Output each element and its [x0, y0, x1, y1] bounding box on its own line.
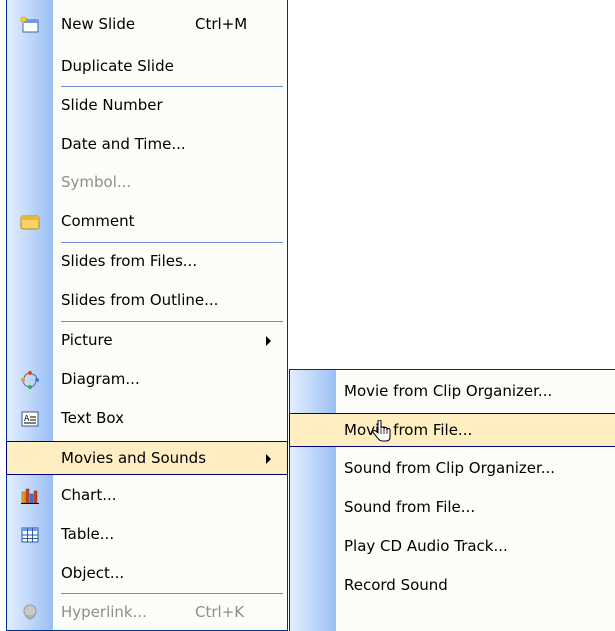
menu-item-label: Play CD Audio Track...: [344, 537, 508, 555]
insert-menu: New Slide Ctrl+M Duplicate Slide Slide N…: [6, 0, 288, 631]
menu-item-label: Sound from File...: [344, 498, 476, 516]
submenu-item-play-cd-audio-track[interactable]: Play CD Audio Track...: [290, 530, 615, 564]
menu-item-hyperlink: Hyperlink... Ctrl+K: [7, 596, 287, 630]
menu-item-label: Diagram...: [61, 370, 140, 388]
shortcut-text: Ctrl+M: [195, 15, 248, 33]
menu-item-label: Comment: [61, 212, 135, 230]
menu-item-label: Date and Time...: [61, 135, 186, 153]
separator: [61, 321, 283, 322]
menu-item-label: Slides from Outline...: [61, 291, 219, 309]
shortcut-text: Ctrl+K: [195, 603, 245, 621]
menu-item-symbol: Symbol...: [7, 166, 287, 200]
submenu-item-sound-from-clip-organizer[interactable]: Sound from Clip Organizer...: [290, 452, 615, 486]
menu-item-slides-from-outline[interactable]: Slides from Outline...: [7, 284, 287, 318]
menu-item-chart[interactable]: Chart...: [7, 479, 287, 513]
submenu-item-sound-from-file[interactable]: Sound from File...: [290, 491, 615, 525]
menu-item-object[interactable]: Object...: [7, 557, 287, 591]
menu-item-text-box[interactable]: A Text Box: [7, 402, 287, 436]
text-box-icon: A: [20, 409, 40, 429]
menu-item-label: Text Box: [61, 409, 124, 427]
chart-icon: [20, 486, 40, 506]
menu-item-picture[interactable]: Picture: [7, 324, 287, 358]
submenu-item-movie-from-file[interactable]: Movie from File...: [289, 413, 615, 447]
menu-item-label: Slide Number: [61, 96, 163, 114]
menu-item-slides-from-files[interactable]: Slides from Files...: [7, 245, 287, 279]
new-slide-icon: [20, 15, 40, 35]
menu-item-label: Movies and Sounds: [61, 449, 207, 467]
hyperlink-icon: [20, 603, 40, 623]
menu-item-label: New Slide: [61, 15, 136, 33]
menu-item-label: Slides from Files...: [61, 252, 198, 270]
menu-item-label: Movie from Clip Organizer...: [344, 382, 553, 400]
comment-icon: [20, 212, 40, 232]
table-icon: [20, 525, 40, 545]
menu-item-duplicate-slide[interactable]: Duplicate Slide: [7, 50, 287, 84]
menu-item-comment[interactable]: Comment: [7, 205, 287, 239]
menu-item-new-slide[interactable]: New Slide Ctrl+M: [7, 8, 287, 42]
menu-item-label: Object...: [61, 564, 125, 582]
menu-item-slide-number[interactable]: Slide Number: [7, 89, 287, 123]
submenu-arrow-icon: [266, 454, 271, 464]
submenu-arrow-icon: [266, 336, 271, 346]
menu-item-label: Chart...: [61, 486, 117, 504]
menu-item-label: Record Sound: [344, 576, 448, 594]
menu-item-label: Table...: [61, 525, 115, 543]
menu-item-label: Duplicate Slide: [61, 57, 174, 75]
menu-item-label: Hyperlink...: [61, 603, 147, 621]
menu-item-label: Movie from File...: [344, 421, 473, 439]
submenu-item-movie-from-clip-organizer[interactable]: Movie from Clip Organizer...: [290, 375, 615, 409]
menu-item-date-and-time[interactable]: Date and Time...: [7, 128, 287, 162]
mouse-cursor-icon: [371, 419, 393, 446]
menu-item-table[interactable]: Table...: [7, 518, 287, 552]
movies-and-sounds-submenu: Movie from Clip Organizer... Movie from …: [289, 369, 615, 631]
submenu-item-record-sound[interactable]: Record Sound: [290, 569, 615, 603]
menu-item-movies-and-sounds[interactable]: Movies and Sounds: [6, 441, 288, 475]
svg-text:A: A: [24, 414, 30, 423]
separator: [61, 593, 283, 594]
menu-item-label: Symbol...: [61, 173, 132, 191]
menu-item-label: Picture: [61, 331, 113, 349]
separator: [61, 242, 283, 243]
separator: [61, 86, 283, 87]
diagram-icon: [20, 370, 40, 390]
menu-item-diagram[interactable]: Diagram...: [7, 363, 287, 397]
menu-item-label: Sound from Clip Organizer...: [344, 459, 556, 477]
